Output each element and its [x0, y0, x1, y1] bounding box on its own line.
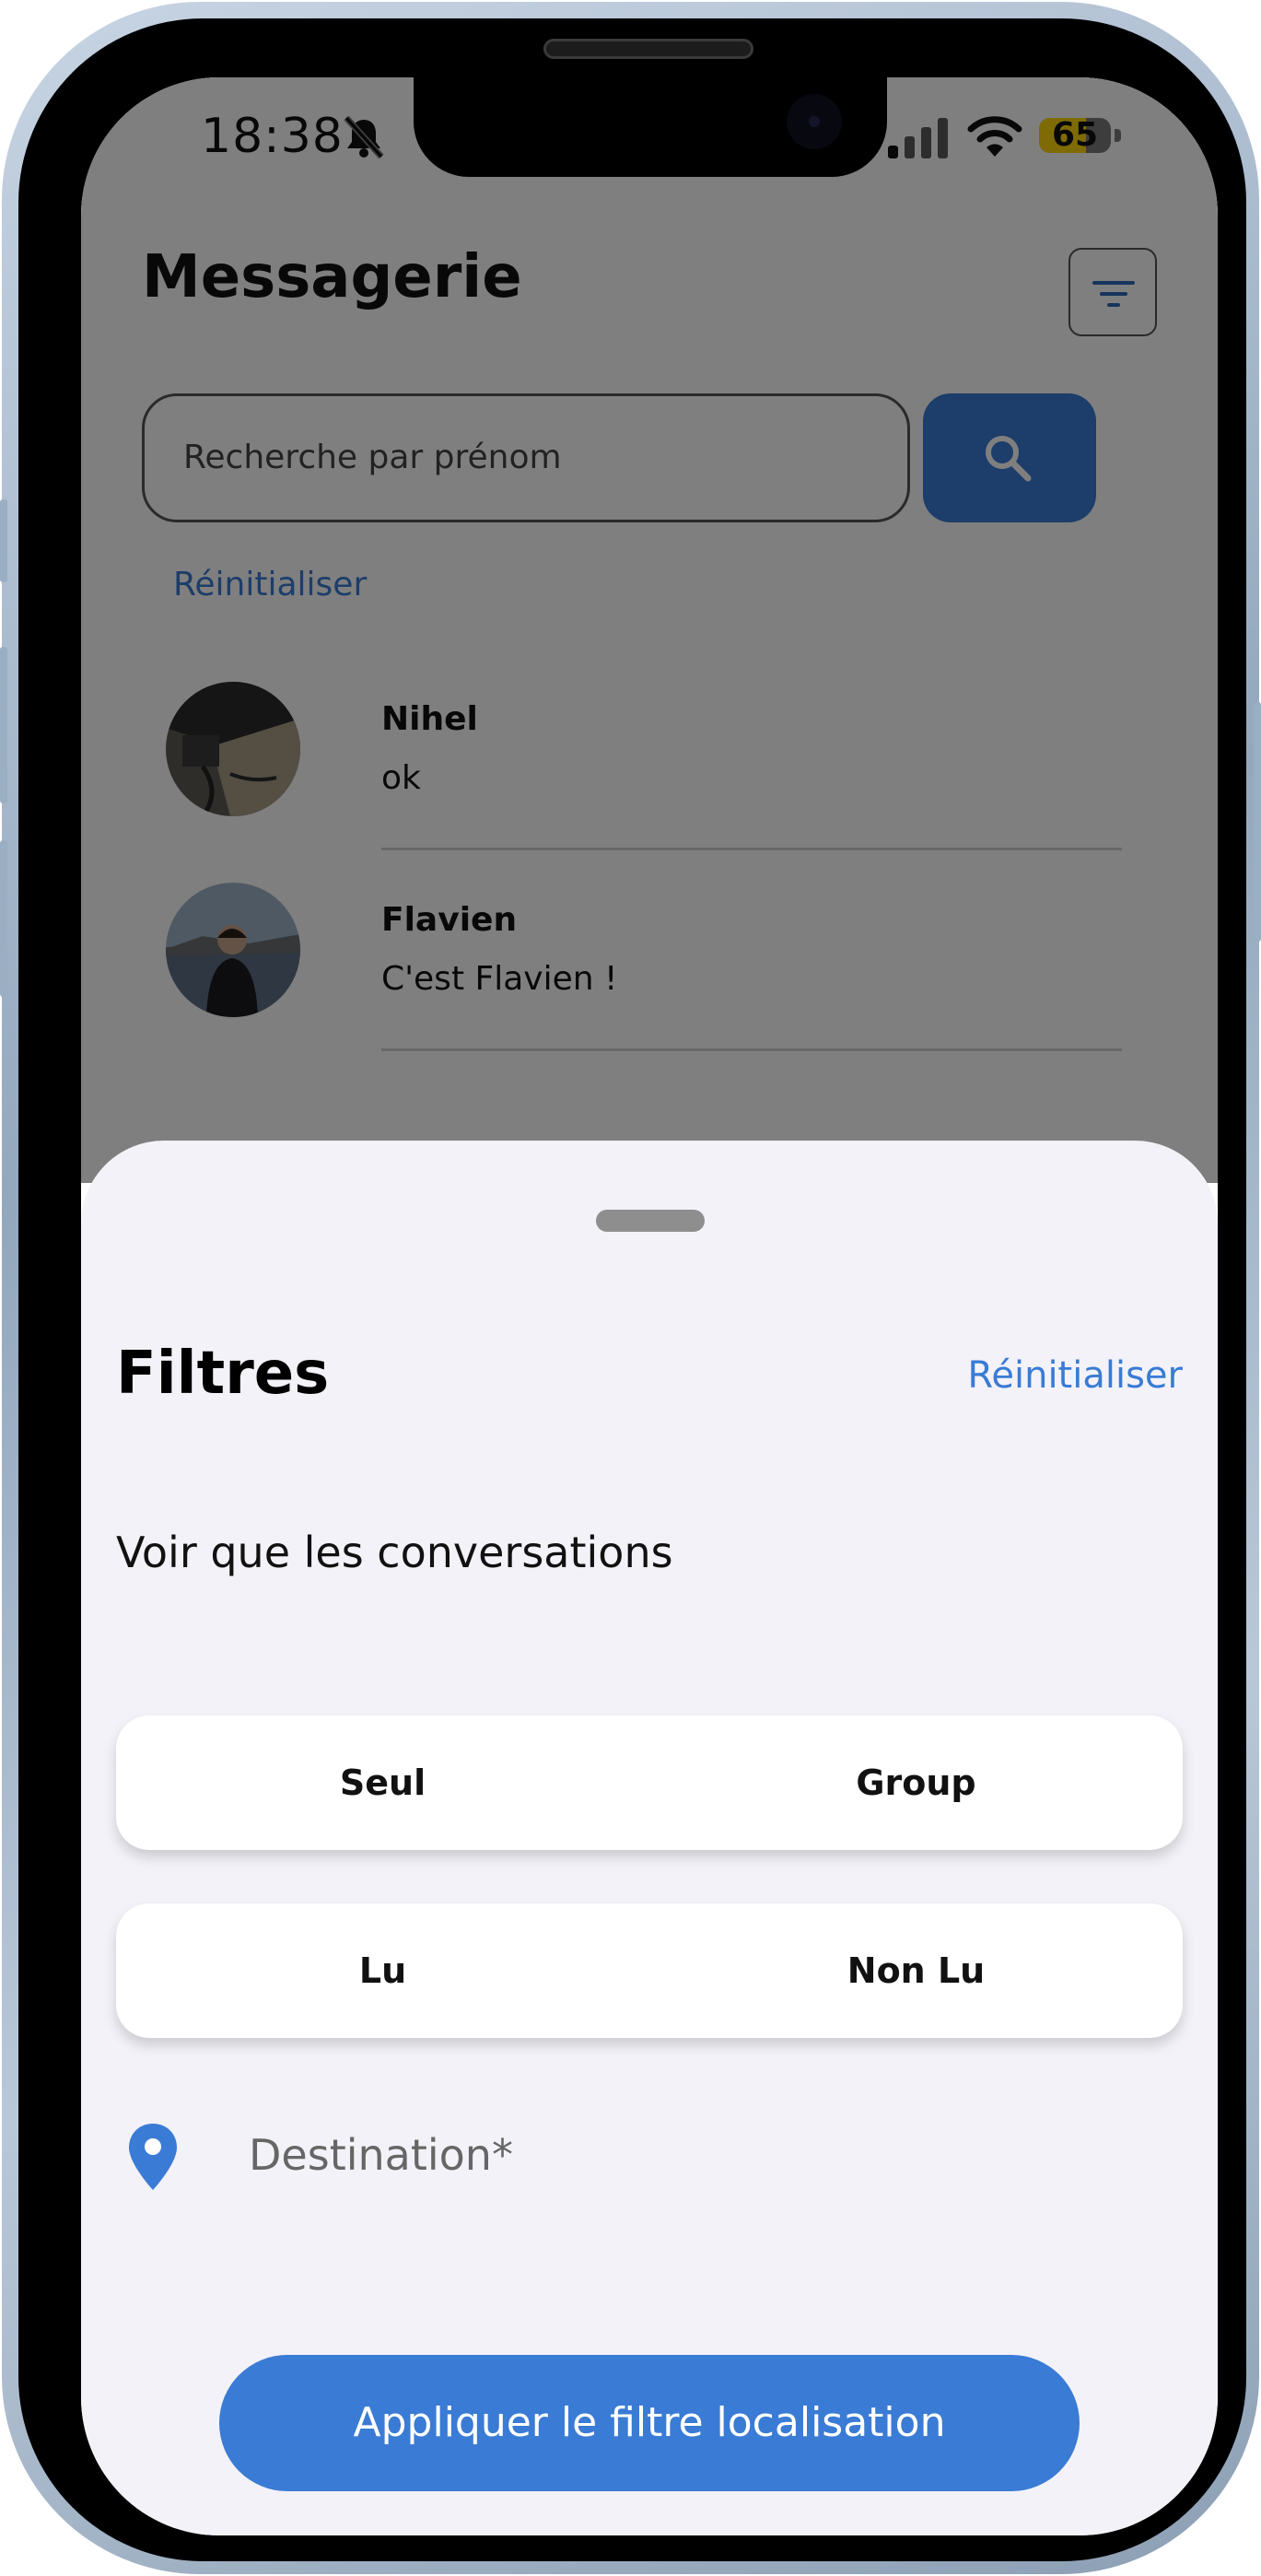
apply-location-filter-button[interactable]: Appliquer le filtre localisation — [219, 2355, 1080, 2491]
phone-bezel: 18:38 — [18, 18, 1246, 2561]
section-label: Voir que les conversations — [116, 1528, 673, 1577]
drag-handle[interactable] — [596, 1210, 705, 1232]
filter-sheet: Filtres Réinitialiser Voir que les conve… — [81, 1141, 1218, 2535]
destination-input[interactable] — [247, 2117, 1080, 2193]
sheet-title: Filtres — [116, 1340, 330, 1408]
earpiece — [543, 39, 753, 59]
option-non-lu[interactable]: Non Lu — [649, 1903, 1183, 2038]
modal-scrim[interactable] — [81, 77, 1218, 1183]
option-group[interactable]: Group — [649, 1715, 1183, 1850]
screen: 18:38 — [81, 77, 1218, 2535]
option-seul[interactable]: Seul — [116, 1715, 649, 1850]
side-button — [1254, 702, 1261, 942]
map-pin-icon — [129, 2124, 177, 2190]
side-button — [0, 647, 7, 803]
read-status-segment: Lu Non Lu — [116, 1903, 1183, 2038]
sheet-reset-link[interactable]: Réinitialiser — [967, 1354, 1183, 1397]
conversation-type-segment: Seul Group — [116, 1715, 1183, 1850]
option-lu[interactable]: Lu — [116, 1903, 649, 2038]
side-button — [0, 499, 7, 582]
side-button — [0, 840, 7, 997]
phone-frame: 18:38 — [0, 2, 1261, 2574]
